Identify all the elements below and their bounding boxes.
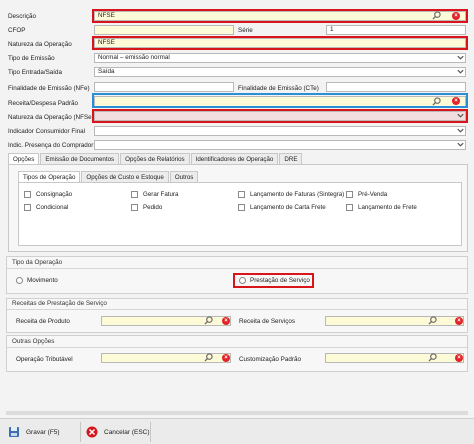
divider xyxy=(7,347,467,348)
chevron-down-icon[interactable] xyxy=(456,140,465,149)
receitas-title: Receitas de Prestação de Serviço xyxy=(12,300,107,307)
save-icon xyxy=(9,427,19,437)
prestacao-highlight xyxy=(233,273,314,288)
horizontal-scrollbar[interactable] xyxy=(6,411,468,415)
clear-icon[interactable]: × xyxy=(455,317,463,325)
descricao-label: Descrição xyxy=(8,13,36,20)
toolbar-separator xyxy=(80,422,81,442)
tab-tipos-operacao[interactable]: Tipos de Operação xyxy=(18,171,81,182)
presenca-select[interactable] xyxy=(94,140,466,150)
search-icon[interactable] xyxy=(204,316,213,325)
pre-venda-checkbox[interactable]: Pré-Venda xyxy=(346,191,387,198)
tab-opcoes-relatorios[interactable]: Opções de Relatórios xyxy=(120,153,190,164)
finalidade-cte-label: Finalidade de Emissão (CTe) xyxy=(238,85,319,92)
search-icon[interactable] xyxy=(428,316,437,325)
cfop-label: CFOP xyxy=(8,27,26,34)
tab-custo-estoque[interactable]: Opções de Custo e Estoque xyxy=(81,171,169,182)
tab-emissao-documentos[interactable]: Emissão de Documentos xyxy=(40,153,120,164)
finalidade-nfe-select[interactable] xyxy=(94,82,234,92)
tributavel-label: Operação Tributável xyxy=(16,356,73,363)
gerar-fatura-checkbox[interactable]: Gerar Fatura xyxy=(131,191,178,198)
natureza-nfse-label: Natureza da Operação (NFSe) xyxy=(8,114,94,121)
main-tabs: Opções Emissão de Documentos Opções de R… xyxy=(8,153,303,164)
finalidade-cte-select[interactable] xyxy=(326,82,466,92)
toolbar-separator xyxy=(150,422,151,442)
finalidade-nfe-label: Finalidade de Emissão (NFe) xyxy=(8,85,90,92)
tipo-operacao-title: Tipo da Operação xyxy=(12,259,63,266)
tab-opcoes[interactable]: Opções xyxy=(8,153,40,164)
clear-icon[interactable]: × xyxy=(455,354,463,362)
condicional-checkbox[interactable]: Condicional xyxy=(24,204,68,211)
tipo-emissao-label: Tipo de Emissão xyxy=(8,55,55,62)
natureza-label: Natureza da Operação xyxy=(8,41,72,48)
search-icon[interactable] xyxy=(428,353,437,362)
receita-label: Receita/Despesa Padrão xyxy=(8,100,79,107)
lanc-carta-checkbox[interactable]: Lançamento de Carta Frete xyxy=(238,204,326,211)
natureza-highlight xyxy=(92,36,468,50)
pedido-checkbox[interactable]: Pedido xyxy=(131,204,162,211)
receita-servicos-input[interactable] xyxy=(325,316,464,326)
divider xyxy=(7,268,467,269)
serie-label: Série xyxy=(238,27,253,34)
tab-identificadores[interactable]: Identificadores de Operação xyxy=(190,153,279,164)
descricao-highlight xyxy=(92,9,468,23)
customizacao-input[interactable] xyxy=(325,353,464,363)
search-icon[interactable] xyxy=(204,353,213,362)
receita-servicos-label: Receita de Serviços xyxy=(239,318,295,325)
clear-icon[interactable]: × xyxy=(222,354,230,362)
cancel-icon xyxy=(86,426,98,438)
serie-input[interactable]: 1 xyxy=(326,25,466,35)
lanc-frete-checkbox[interactable]: Lançamento de Frete xyxy=(346,204,417,211)
cfop-input[interactable] xyxy=(94,25,234,35)
receita-highlight xyxy=(92,93,468,108)
clear-icon[interactable]: × xyxy=(222,317,230,325)
divider xyxy=(7,309,467,310)
chevron-down-icon[interactable] xyxy=(456,53,465,62)
outras-title: Outras Opções xyxy=(12,338,55,345)
footer-toolbar: Gravar (F5) Cancelar (ESC) xyxy=(0,418,474,444)
consignacao-checkbox[interactable]: Consignação xyxy=(24,191,72,198)
gravar-button[interactable]: Gravar (F5) xyxy=(8,421,60,443)
customizacao-label: Customização Padrão xyxy=(239,356,301,363)
sub-tabs: Tipos de Operação Opções de Custo e Esto… xyxy=(18,171,199,182)
presenca-label: Indic. Presença do Comprador xyxy=(8,142,94,149)
receita-produto-label: Receita de Produto xyxy=(16,318,70,325)
tipo-entrada-label: Tipo Entrada/Saída xyxy=(8,69,63,76)
tab-dre[interactable]: DRE xyxy=(279,153,303,164)
indicador-select[interactable] xyxy=(94,126,466,136)
indicador-label: Indicador Consumidor Final xyxy=(8,128,85,135)
tipo-entrada-select[interactable]: Saída xyxy=(94,67,466,77)
natureza-nfse-highlight xyxy=(92,109,468,123)
tab-outros[interactable]: Outros xyxy=(169,171,199,182)
lanc-faturas-checkbox[interactable]: Lançamento de Faturas (Sintegra) xyxy=(238,191,344,198)
movimento-radio[interactable]: Movimento xyxy=(16,277,58,284)
cancelar-button[interactable]: Cancelar (ESC) xyxy=(86,421,150,443)
chevron-down-icon[interactable] xyxy=(456,126,465,135)
chevron-down-icon[interactable] xyxy=(456,67,465,76)
tipo-emissao-select[interactable]: Normal – emissão normal xyxy=(94,53,466,63)
